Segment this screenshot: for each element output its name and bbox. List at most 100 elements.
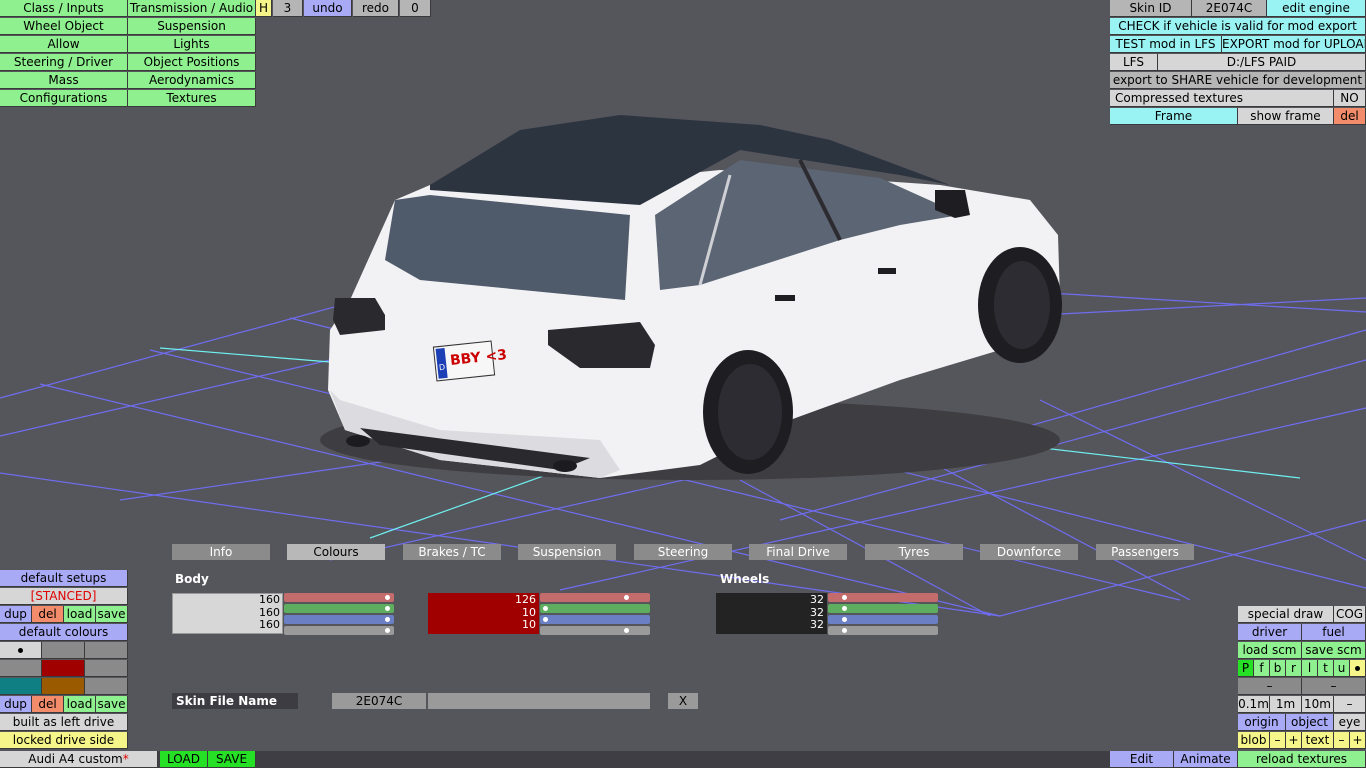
view-dot-button[interactable]: [1350, 660, 1366, 677]
menu-object-positions[interactable]: Object Positions: [128, 54, 256, 71]
body-green-slider[interactable]: [284, 604, 394, 613]
colour-preset-red[interactable]: [42, 660, 85, 677]
view-f-button[interactable]: f: [1254, 660, 1270, 677]
special-draw-button[interactable]: special draw: [1238, 606, 1334, 623]
slider-knob[interactable]: [385, 628, 390, 633]
fuel-button[interactable]: fuel: [1302, 624, 1366, 641]
skin-id-value[interactable]: 2E074C: [1192, 0, 1267, 17]
menu-aerodynamics[interactable]: Aerodynamics: [128, 72, 256, 89]
frame-del-button[interactable]: del: [1334, 108, 1366, 125]
wheels-blue-slider[interactable]: [828, 615, 938, 624]
tab-suspension[interactable]: Suspension: [518, 544, 616, 560]
slider-knob[interactable]: [624, 628, 629, 633]
skin-clear-button[interactable]: X: [668, 693, 698, 709]
view-l-button[interactable]: l: [1302, 660, 1318, 677]
frame-button[interactable]: Frame: [1110, 108, 1238, 125]
colour-dup-button[interactable]: dup: [0, 696, 32, 713]
colour-preset-3[interactable]: [85, 642, 128, 659]
locked-drive-side-toggle[interactable]: locked drive side: [0, 732, 128, 749]
origin-button[interactable]: origin: [1238, 714, 1286, 731]
colour-preset-teal[interactable]: [0, 678, 42, 695]
menu-wheel-object[interactable]: Wheel Object: [0, 18, 128, 35]
setup-dup-button[interactable]: dup: [0, 606, 32, 623]
tab-downforce[interactable]: Downforce: [980, 544, 1078, 560]
wheels-red-slider[interactable]: [828, 593, 938, 602]
colour-preset-selected[interactable]: [0, 642, 42, 659]
setup-del-button[interactable]: del: [32, 606, 64, 623]
edit-mode-button[interactable]: Edit: [1110, 751, 1174, 768]
animate-mode-button[interactable]: Animate: [1174, 751, 1238, 768]
setup-name[interactable]: [STANCED]: [0, 588, 128, 605]
undo-button[interactable]: undo: [304, 0, 352, 17]
show-frame-button[interactable]: show frame: [1238, 108, 1334, 125]
skin-file-name-input[interactable]: 2E074C: [332, 693, 426, 709]
eye-button[interactable]: eye: [1334, 714, 1366, 731]
slider-knob[interactable]: [624, 595, 629, 600]
colour-load-button[interactable]: load: [64, 696, 96, 713]
text-plus-button[interactable]: +: [1350, 732, 1366, 749]
slider-knob[interactable]: [543, 606, 548, 611]
compressed-textures-toggle[interactable]: NO: [1334, 90, 1366, 107]
colour-preset-9[interactable]: [85, 678, 128, 695]
save-car-button[interactable]: SAVE: [208, 751, 256, 768]
tab-colours[interactable]: Colours: [287, 544, 385, 560]
step-count-button[interactable]: 3: [273, 0, 303, 17]
colour-preset-brown[interactable]: [42, 678, 85, 695]
blob-plus-button[interactable]: +: [1286, 732, 1302, 749]
secondary-green-slider[interactable]: [540, 604, 650, 613]
step-01m-button[interactable]: 0.1m: [1238, 696, 1270, 713]
step-minus-button[interactable]: –: [1334, 696, 1366, 713]
slider-knob[interactable]: [842, 628, 847, 633]
setup-save-button[interactable]: save: [96, 606, 128, 623]
cog-button[interactable]: COG: [1334, 606, 1366, 623]
slider-knob[interactable]: [543, 617, 548, 622]
minus-right-button[interactable]: –: [1302, 678, 1366, 695]
slider-knob[interactable]: [842, 606, 847, 611]
menu-mass[interactable]: Mass: [0, 72, 128, 89]
view-t-button[interactable]: t: [1318, 660, 1334, 677]
car-name[interactable]: Audi A4 custom*: [0, 751, 158, 768]
wheels-alpha-slider[interactable]: [828, 626, 938, 635]
setup-load-button[interactable]: load: [64, 606, 96, 623]
secondary-red-slider[interactable]: [540, 593, 650, 602]
menu-steering-driver[interactable]: Steering / Driver: [0, 54, 128, 71]
slider-knob[interactable]: [842, 617, 847, 622]
slider-knob[interactable]: [385, 595, 390, 600]
colour-save-button[interactable]: save: [96, 696, 128, 713]
lfs-path[interactable]: D:/LFS PAID: [1158, 54, 1366, 71]
text-minus-button[interactable]: –: [1334, 732, 1350, 749]
colour-preset-2[interactable]: [42, 642, 85, 659]
tab-tyres[interactable]: Tyres: [865, 544, 963, 560]
slider-knob[interactable]: [385, 606, 390, 611]
lfs-button[interactable]: LFS: [1110, 54, 1158, 71]
menu-configurations[interactable]: Configurations: [0, 90, 128, 107]
default-colours-button[interactable]: default colours: [0, 624, 128, 641]
object-button[interactable]: object: [1286, 714, 1334, 731]
tab-steering[interactable]: Steering: [634, 544, 732, 560]
edit-engine-button[interactable]: edit engine: [1267, 0, 1366, 17]
wheels-green-slider[interactable]: [828, 604, 938, 613]
colour-preset-4[interactable]: [0, 660, 42, 677]
tab-info[interactable]: Info: [172, 544, 270, 560]
load-car-button[interactable]: LOAD: [160, 751, 208, 768]
h-button[interactable]: H: [256, 0, 272, 17]
save-scm-button[interactable]: save scm: [1302, 642, 1366, 659]
menu-lights[interactable]: Lights: [128, 36, 256, 53]
test-mod-button[interactable]: TEST mod in LFS: [1110, 36, 1222, 53]
menu-class-inputs[interactable]: Class / Inputs: [0, 0, 128, 17]
check-valid-button[interactable]: CHECK if vehicle is valid for mod export: [1110, 18, 1366, 35]
reload-textures-button[interactable]: reload textures: [1238, 751, 1366, 768]
export-upload-button[interactable]: EXPORT mod for UPLOAD: [1222, 36, 1366, 53]
tab-brakes-tc[interactable]: Brakes / TC: [403, 544, 501, 560]
menu-suspension[interactable]: Suspension: [128, 18, 256, 35]
blob-button[interactable]: blob: [1238, 732, 1270, 749]
driver-button[interactable]: driver: [1238, 624, 1302, 641]
colour-del-button[interactable]: del: [32, 696, 64, 713]
step-1m-button[interactable]: 1m: [1270, 696, 1302, 713]
body-red-slider[interactable]: [284, 593, 394, 602]
secondary-blue-slider[interactable]: [540, 615, 650, 624]
tab-passengers[interactable]: Passengers: [1096, 544, 1194, 560]
view-r-button[interactable]: r: [1286, 660, 1302, 677]
blob-minus-button[interactable]: –: [1270, 732, 1286, 749]
skin-file-name-field-extension[interactable]: [428, 693, 650, 709]
